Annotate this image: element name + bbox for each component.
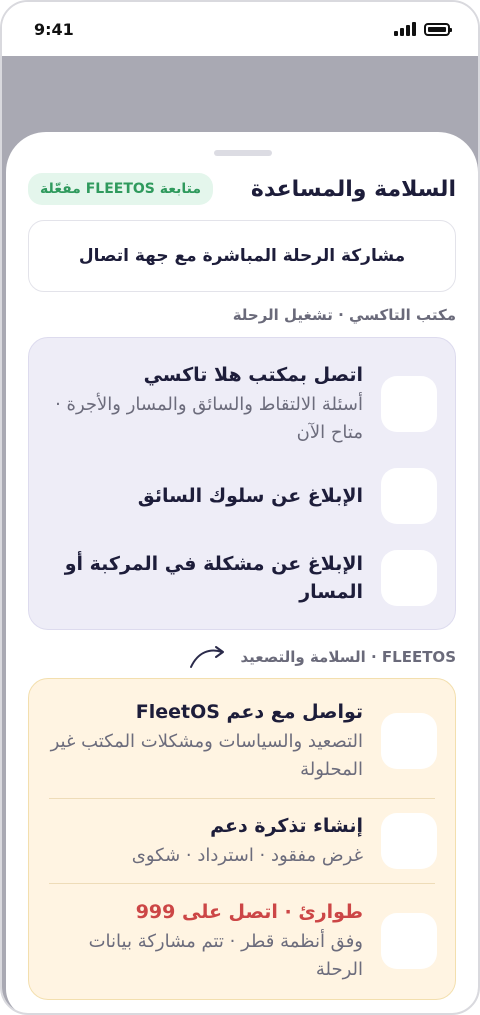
create-ticket-item[interactable]: إنشاء تذكرة دعم غرض مفقود · استرداد · شك… (29, 803, 455, 879)
phone-frame: 9:41 السلامة والمساعدة متابعة FLEETOS مف… (0, 0, 480, 1015)
sheet-title: السلامة والمساعدة (250, 176, 456, 202)
fleetos-section-label: FLEETOS · السلامة والتصعيد (28, 642, 456, 672)
signal-icon (394, 22, 416, 36)
fleetos-status-badge: متابعة FLEETOS مفعّلة (28, 173, 214, 205)
escalate-arrow-icon (190, 646, 225, 668)
taxi-section-label: مكتب التاكسي · تشغيل الرحلة (28, 304, 456, 326)
sheet-header: السلامة والمساعدة متابعة FLEETOS مفعّلة (28, 172, 456, 206)
sheet-grabber-handle[interactable] (214, 150, 272, 156)
driver-icon (381, 468, 437, 524)
emergency-icon (381, 913, 437, 969)
divider (49, 883, 435, 884)
emergency-call-item[interactable]: طوارئ · اتصل على 999 وفق أنظمة قطر · تتم… (29, 889, 455, 993)
status-time: 9:41 (34, 19, 74, 39)
vehicle-icon (381, 550, 437, 606)
taxi-office-card: اتصل بمكتب هلا تاكسي أسئلة الالتقاط والس… (28, 337, 456, 630)
item-subtitle: وفق أنظمة قطر · تتم مشاركة بيانات الرحلة (88, 931, 363, 980)
item-subtitle: أسئلة الالتقاط والسائق والمسار والأجرة ·… (55, 394, 363, 443)
support-icon (381, 713, 437, 769)
item-title: الإبلاغ عن مشكلة في المركبة أو المسار (64, 553, 363, 603)
taxi-section-label-text: مكتب التاكسي · تشغيل الرحلة (232, 306, 456, 324)
item-title: الإبلاغ عن سلوك السائق (137, 485, 363, 507)
item-title: إنشاء تذكرة دعم (210, 815, 363, 837)
contact-fleetos-support-item[interactable]: تواصل مع دعم FleetOS التصعيد والسياسات و… (29, 689, 455, 793)
divider (49, 798, 435, 799)
battery-icon (424, 22, 452, 36)
item-title: اتصل بمكتب هلا تاكسي (143, 364, 363, 386)
ticket-icon (381, 813, 437, 869)
fleetos-section-label-text: FLEETOS · السلامة والتصعيد (240, 648, 456, 666)
item-title: طوارئ · اتصل على 999 (135, 901, 363, 923)
report-vehicle-route-item[interactable]: الإبلاغ عن مشكلة في المركبة أو المسار (29, 543, 455, 613)
item-title: تواصل مع دعم FleetOS (135, 701, 363, 723)
share-live-trip-button[interactable]: مشاركة الرحلة المباشرة مع جهة اتصال (28, 220, 456, 292)
report-driver-item[interactable]: الإبلاغ عن سلوك السائق (29, 466, 455, 526)
phone-icon (381, 376, 437, 432)
status-icons (394, 22, 452, 36)
call-taxi-office-item[interactable]: اتصل بمكتب هلا تاكسي أسئلة الالتقاط والس… (29, 352, 455, 456)
item-subtitle: غرض مفقود · استرداد · شكوى (131, 845, 363, 866)
safety-bottom-sheet: السلامة والمساعدة متابعة FLEETOS مفعّلة … (6, 132, 478, 1013)
item-subtitle: التصعيد والسياسات ومشكلات المكتب غير الم… (50, 731, 363, 780)
status-bar: 9:41 (2, 2, 478, 56)
fleetos-card: تواصل مع دعم FleetOS التصعيد والسياسات و… (28, 678, 456, 1000)
